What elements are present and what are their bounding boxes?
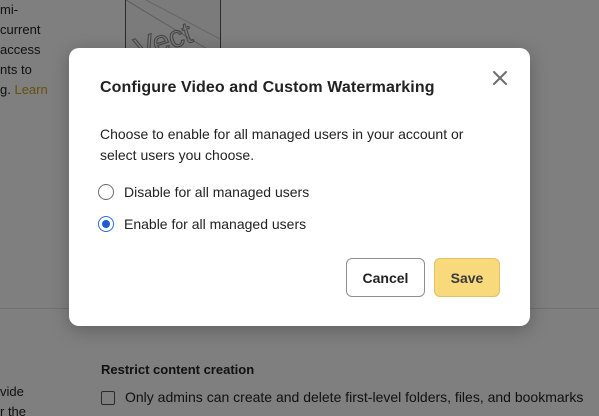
radio-button-checked[interactable] bbox=[98, 216, 114, 232]
close-icon bbox=[493, 71, 507, 85]
radio-enable-all[interactable]: Enable for all managed users bbox=[98, 216, 306, 232]
dialog-description: Choose to enable for all managed users i… bbox=[100, 126, 464, 163]
radio-selected-dot bbox=[102, 220, 110, 228]
save-button[interactable]: Save bbox=[434, 258, 500, 297]
radio-disable-all[interactable]: Disable for all managed users bbox=[98, 184, 309, 200]
radio-label-disable: Disable for all managed users bbox=[124, 184, 310, 200]
watermarking-dialog: Configure Video and Custom Watermarking … bbox=[69, 48, 530, 326]
radio-label-enable: Enable for all managed users bbox=[124, 216, 307, 232]
dialog-title: Configure Video and Custom Watermarking bbox=[100, 79, 435, 96]
close-button[interactable] bbox=[490, 68, 510, 88]
radio-button-unchecked[interactable] bbox=[98, 184, 114, 200]
cancel-button[interactable]: Cancel bbox=[346, 258, 425, 297]
